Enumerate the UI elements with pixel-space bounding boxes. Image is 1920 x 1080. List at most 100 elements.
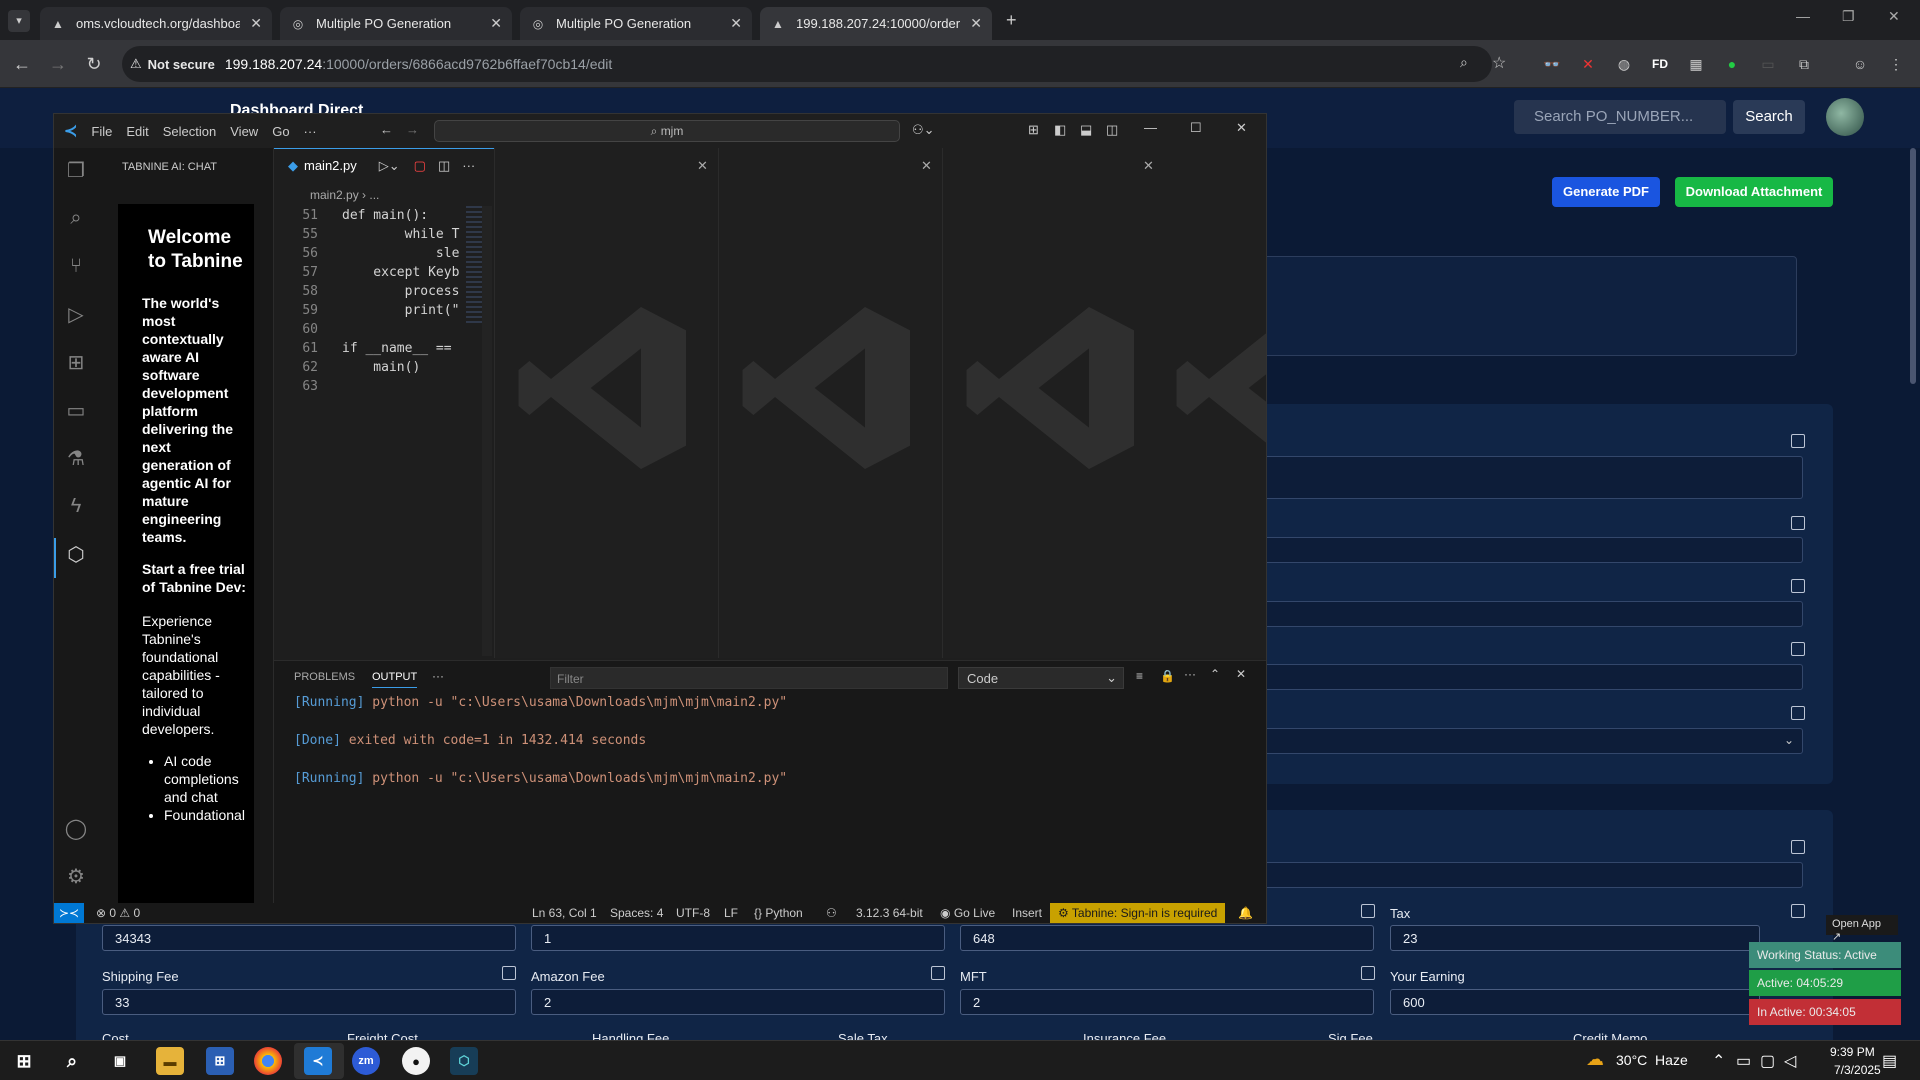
- file-explorer-icon[interactable]: ▬: [156, 1047, 184, 1075]
- chrome-icon[interactable]: [254, 1047, 282, 1075]
- close-icon[interactable]: ✕: [250, 15, 262, 32]
- copy-icon[interactable]: [1791, 904, 1805, 918]
- tray-chevron-icon[interactable]: ⌃: [1712, 1051, 1725, 1071]
- toggle-sidebar-icon[interactable]: ◧: [1054, 122, 1066, 138]
- output-filter-input[interactable]: Filter: [550, 667, 948, 689]
- tabnine-status[interactable]: ⚙ Tabnine: Sign-in is required: [1050, 903, 1226, 923]
- close-icon[interactable]: ✕: [697, 158, 708, 174]
- code-editor[interactable]: 51 55 56 57 58 59 60 61 62 63 def main(): while T…: [274, 206, 494, 656]
- close-icon[interactable]: ✕: [730, 15, 742, 32]
- field-input-1[interactable]: 34343: [102, 925, 516, 951]
- windows-start-icon[interactable]: ⊞: [10, 1047, 38, 1075]
- copy-icon[interactable]: [1791, 840, 1805, 854]
- close-panel-icon[interactable]: ✕: [1236, 667, 1246, 681]
- extension-glasses-icon[interactable]: 👓: [1542, 54, 1562, 74]
- close-icon[interactable]: ✕: [1236, 120, 1247, 136]
- command-center-search[interactable]: ⌕ mjm: [434, 120, 900, 142]
- po-search-input[interactable]: Search PO_NUMBER...: [1514, 100, 1726, 134]
- field-input-3[interactable]: 648: [960, 925, 1374, 951]
- toggle-secondary-icon[interactable]: ◫: [1106, 122, 1118, 138]
- profile-icon[interactable]: ☺: [1850, 54, 1870, 74]
- download-attachment-button[interactable]: Download Attachment: [1675, 177, 1833, 207]
- open-app-button[interactable]: Open App ↗: [1826, 915, 1898, 943]
- menu-go[interactable]: Go: [272, 124, 289, 139]
- breadcrumb[interactable]: main2.py › ...: [310, 188, 379, 202]
- close-icon[interactable]: ✕: [1143, 158, 1154, 174]
- editor-scrollbar[interactable]: [482, 206, 492, 656]
- split-editor-icon[interactable]: ◫: [438, 158, 450, 174]
- output-channel-select[interactable]: Code ⌄: [958, 667, 1124, 689]
- minimize-icon[interactable]: —: [1144, 120, 1157, 135]
- text-field[interactable]: [1230, 537, 1803, 563]
- menu-more[interactable]: ···: [304, 124, 317, 139]
- weather-text[interactable]: 30°C Haze: [1616, 1052, 1688, 1068]
- search-icon[interactable]: ⌕: [64, 206, 88, 230]
- search-icon[interactable]: ⌕: [58, 1047, 86, 1075]
- extension-x-icon[interactable]: ✕: [1578, 54, 1598, 74]
- text-field[interactable]: [1230, 664, 1803, 690]
- lock-icon[interactable]: 🔒: [1160, 669, 1175, 683]
- copy-icon[interactable]: [502, 966, 516, 980]
- extension-fd-icon[interactable]: FD: [1650, 54, 1670, 74]
- remote-indicator-icon[interactable]: ≻≺: [54, 903, 84, 923]
- menu-edit[interactable]: Edit: [126, 124, 148, 139]
- editor-tab-main2[interactable]: ◆ main2.py ▷⌄ ▢ ◫ ···: [274, 148, 494, 182]
- copy-icon[interactable]: [1791, 516, 1805, 530]
- close-window-icon[interactable]: ✕: [1888, 8, 1900, 25]
- task-view-icon[interactable]: ▣: [106, 1047, 134, 1075]
- extension-green-icon[interactable]: ●: [1722, 54, 1742, 74]
- accounts-icon[interactable]: ◯: [64, 816, 88, 840]
- thunder-icon[interactable]: ϟ: [64, 494, 88, 518]
- tab-output[interactable]: OUTPUT: [372, 671, 418, 688]
- copy-icon[interactable]: [1791, 706, 1805, 720]
- problems-count[interactable]: ⊗ 0 ⚠ 0: [96, 906, 140, 920]
- back-icon[interactable]: ←: [10, 52, 34, 76]
- tabnine-icon[interactable]: ⬡: [64, 542, 88, 566]
- mft-input[interactable]: 2: [960, 989, 1374, 1015]
- shipping-fee-input[interactable]: 33: [102, 989, 516, 1015]
- close-icon[interactable]: ✕: [490, 15, 502, 32]
- zoom-icon[interactable]: ⌕: [1460, 54, 1468, 71]
- encoding[interactable]: UTF-8: [676, 906, 710, 920]
- cursor-position[interactable]: Ln 63, Col 1: [532, 906, 597, 920]
- search-button[interactable]: Search: [1733, 100, 1805, 134]
- extensions-puzzle-icon[interactable]: ⧉: [1794, 54, 1814, 74]
- amazon-fee-input[interactable]: 2: [531, 989, 945, 1015]
- chrome-menu-icon[interactable]: ⋮: [1886, 54, 1906, 74]
- extensions-icon[interactable]: ⊞: [64, 350, 88, 374]
- panel-actions-icon[interactable]: ···: [1184, 667, 1196, 681]
- copy-icon[interactable]: [1791, 434, 1805, 448]
- run-debug-icon[interactable]: ▷: [64, 302, 88, 326]
- indentation[interactable]: Spaces: 4: [610, 906, 663, 920]
- extension-image-icon[interactable]: ▦: [1686, 54, 1706, 74]
- more-actions-icon[interactable]: ···: [462, 158, 475, 173]
- app-hex-icon[interactable]: ⬡: [450, 1047, 478, 1075]
- remote-explorer-icon[interactable]: ▭: [64, 398, 88, 422]
- copilot-icon[interactable]: ⚇⌄: [912, 122, 935, 138]
- maximize-icon[interactable]: ☐: [1190, 120, 1202, 136]
- back-icon[interactable]: ←: [380, 122, 393, 137]
- toggle-panel-icon[interactable]: ⬓: [1080, 122, 1092, 138]
- browser-tab-1[interactable]: ▲ oms.vcloudtech.org/dashboard ✕: [40, 7, 272, 40]
- tax-input[interactable]: 23: [1390, 925, 1760, 951]
- clear-output-icon[interactable]: ≡: [1136, 669, 1143, 683]
- your-earning-input[interactable]: 600: [1390, 989, 1760, 1015]
- stop-icon[interactable]: ▢: [414, 158, 426, 174]
- browser-tab-2[interactable]: ◎ Multiple PO Generation ✕: [280, 7, 512, 40]
- tray-monitor-icon[interactable]: ▢: [1760, 1051, 1775, 1071]
- generate-pdf-button[interactable]: Generate PDF: [1552, 177, 1660, 207]
- clock-time[interactable]: 9:39 PM: [1830, 1045, 1875, 1059]
- bookmark-star-icon[interactable]: ☆: [1492, 53, 1506, 73]
- text-field[interactable]: [1230, 601, 1803, 627]
- tray-network-icon[interactable]: ▭: [1736, 1051, 1751, 1071]
- not-secure-label[interactable]: Not secure: [148, 57, 215, 72]
- browser-tab-3[interactable]: ◎ Multiple PO Generation ✕: [520, 7, 752, 40]
- restore-icon[interactable]: ❐: [1842, 8, 1855, 25]
- copy-icon[interactable]: [1791, 579, 1805, 593]
- browser-tab-4[interactable]: ▲ 199.188.207.24:10000/orders/6 ✕: [760, 7, 992, 40]
- copy-icon[interactable]: [1791, 642, 1805, 656]
- close-icon[interactable]: ✕: [970, 15, 982, 32]
- zoom-app-icon[interactable]: zm: [352, 1047, 380, 1075]
- store-icon[interactable]: ⊞: [206, 1047, 234, 1075]
- select-field[interactable]: ⌄: [1230, 728, 1803, 754]
